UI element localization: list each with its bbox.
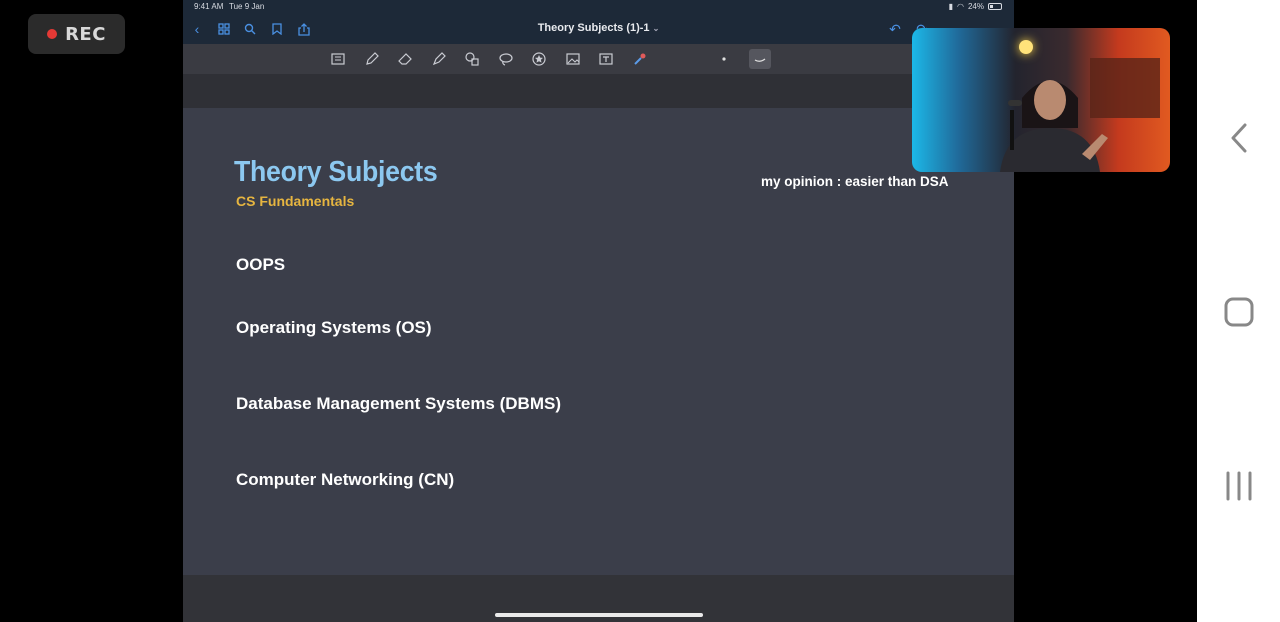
home-square-icon[interactable] <box>1197 292 1280 332</box>
recording-label: REC <box>65 23 106 45</box>
subject-item: Operating Systems (OS) <box>236 318 432 337</box>
subject-item: OOPS <box>236 255 286 274</box>
battery-percent: 24% <box>967 2 984 11</box>
navigation-bar: ‹ Theory Subjects (1)-1 ⌄ ↶ ↷ <box>183 14 1014 44</box>
record-dot-icon <box>47 29 58 39</box>
status-indicators: ▮ ◠ 24% <box>949 2 1002 11</box>
wifi-icon: ◠ <box>957 2 964 11</box>
drawing-toolbar <box>183 44 1014 74</box>
webcam-overlay <box>912 28 1170 172</box>
stroke-curve-icon[interactable] <box>749 49 771 69</box>
status-date: Tue 9 Jan <box>229 2 265 11</box>
home-indicator[interactable] <box>495 613 703 617</box>
notebook-page[interactable]: Theory Subjects CS Fundamentals my opini… <box>183 108 1014 575</box>
reader-mode-icon[interactable] <box>329 50 347 68</box>
ipad-screen: 9:41 AM Tue 9 Jan ▮ ◠ 24% ‹ Theory Subje… <box>183 0 1014 622</box>
stroke-dot-icon[interactable] <box>715 50 733 68</box>
subject-item: Computer Networking (CN) <box>236 470 455 489</box>
page-subtitle: CS Fundamentals <box>236 193 355 209</box>
opinion-note: my opinion : easier than DSA <box>761 174 949 189</box>
subject-item: Database Management Systems (DBMS) <box>236 394 561 413</box>
shapes-icon[interactable] <box>463 50 481 68</box>
background-lamp <box>1019 40 1033 54</box>
recording-badge[interactable]: REC <box>28 14 125 54</box>
page-title: Theory Subjects <box>234 156 438 188</box>
undo-icon[interactable]: ↶ <box>886 20 904 38</box>
presenter-figure <box>1000 80 1108 172</box>
text-icon[interactable] <box>597 50 615 68</box>
document-title-text: Theory Subjects (1)-1 <box>537 22 650 34</box>
status-time: 9:41 AM <box>194 2 224 11</box>
recent-apps-icon[interactable] <box>1197 466 1280 506</box>
back-chevron-icon[interactable] <box>1197 118 1280 158</box>
android-navigation-bar <box>1197 0 1280 622</box>
lasso-icon[interactable] <box>497 50 515 68</box>
image-icon[interactable] <box>564 50 582 68</box>
laser-pointer-icon[interactable] <box>631 50 649 68</box>
elements-icon[interactable] <box>530 50 548 68</box>
eraser-icon[interactable] <box>396 50 414 68</box>
status-bar: 9:41 AM Tue 9 Jan ▮ ◠ 24% <box>183 0 1014 14</box>
battery-icon <box>988 3 1002 10</box>
chevron-down-icon: ⌄ <box>652 24 660 33</box>
pen-icon[interactable] <box>363 50 381 68</box>
highlighter-icon[interactable] <box>430 50 448 68</box>
page-margin-top <box>183 74 1014 108</box>
signal-icon: ▮ <box>948 2 953 11</box>
